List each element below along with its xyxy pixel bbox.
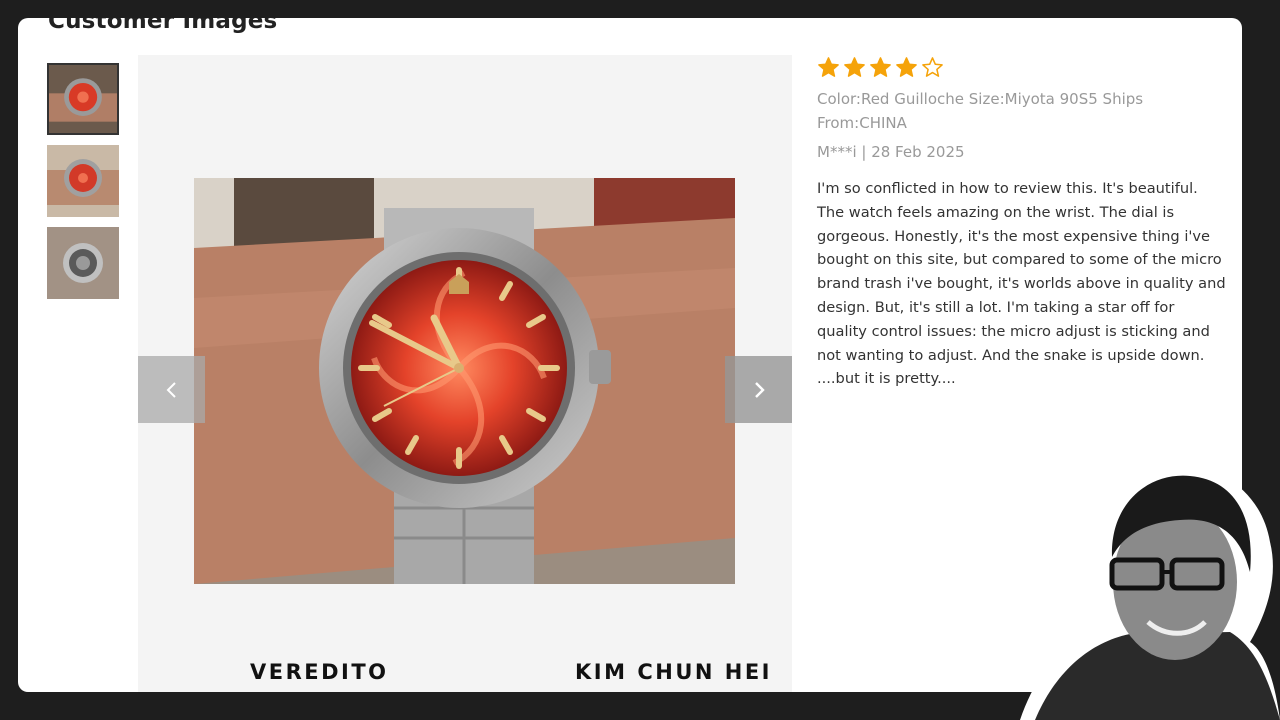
- thumbnail-image: [49, 65, 117, 133]
- section-title: Customer Images: [48, 18, 278, 34]
- star-filled-icon: [844, 57, 865, 77]
- thumbnail-1[interactable]: [47, 63, 119, 135]
- thumbnail-list: [47, 63, 121, 309]
- chevron-right-icon: [754, 381, 765, 398]
- star-rating: [817, 56, 1227, 79]
- review-text: I'm so conflicted in how to review this.…: [817, 180, 1226, 388]
- watch-photo: [194, 178, 735, 584]
- caption-left: VEREDITO: [250, 660, 389, 684]
- star-outline-icon: [922, 57, 943, 77]
- review-author-date: M***i | 28 Feb 2025: [817, 143, 965, 161]
- star-filled-icon: [870, 57, 891, 77]
- star-filled-icon: [896, 57, 917, 77]
- star-filled-icon: [818, 57, 839, 77]
- caption-right: KIM CHUN HEI: [575, 660, 772, 684]
- thumbnail-image: [47, 145, 119, 217]
- image-viewer: VEREDITO KIM CHUN HEI: [138, 55, 792, 692]
- thumbnail-image: [47, 227, 119, 299]
- thumbnail-3[interactable]: [47, 227, 119, 299]
- chevron-left-icon: [166, 381, 176, 398]
- variant-info: Color:Red Guilloche Size:Miyota 90S5 Shi…: [817, 90, 1144, 132]
- thumbnail-2[interactable]: [47, 145, 119, 217]
- presenter-avatar: [1020, 465, 1280, 720]
- review-panel: Color:Red Guilloche Size:Miyota 90S5 Shi…: [817, 56, 1227, 391]
- prev-image-button[interactable]: [138, 356, 205, 423]
- next-image-button[interactable]: [725, 356, 792, 423]
- main-photo[interactable]: [194, 178, 735, 584]
